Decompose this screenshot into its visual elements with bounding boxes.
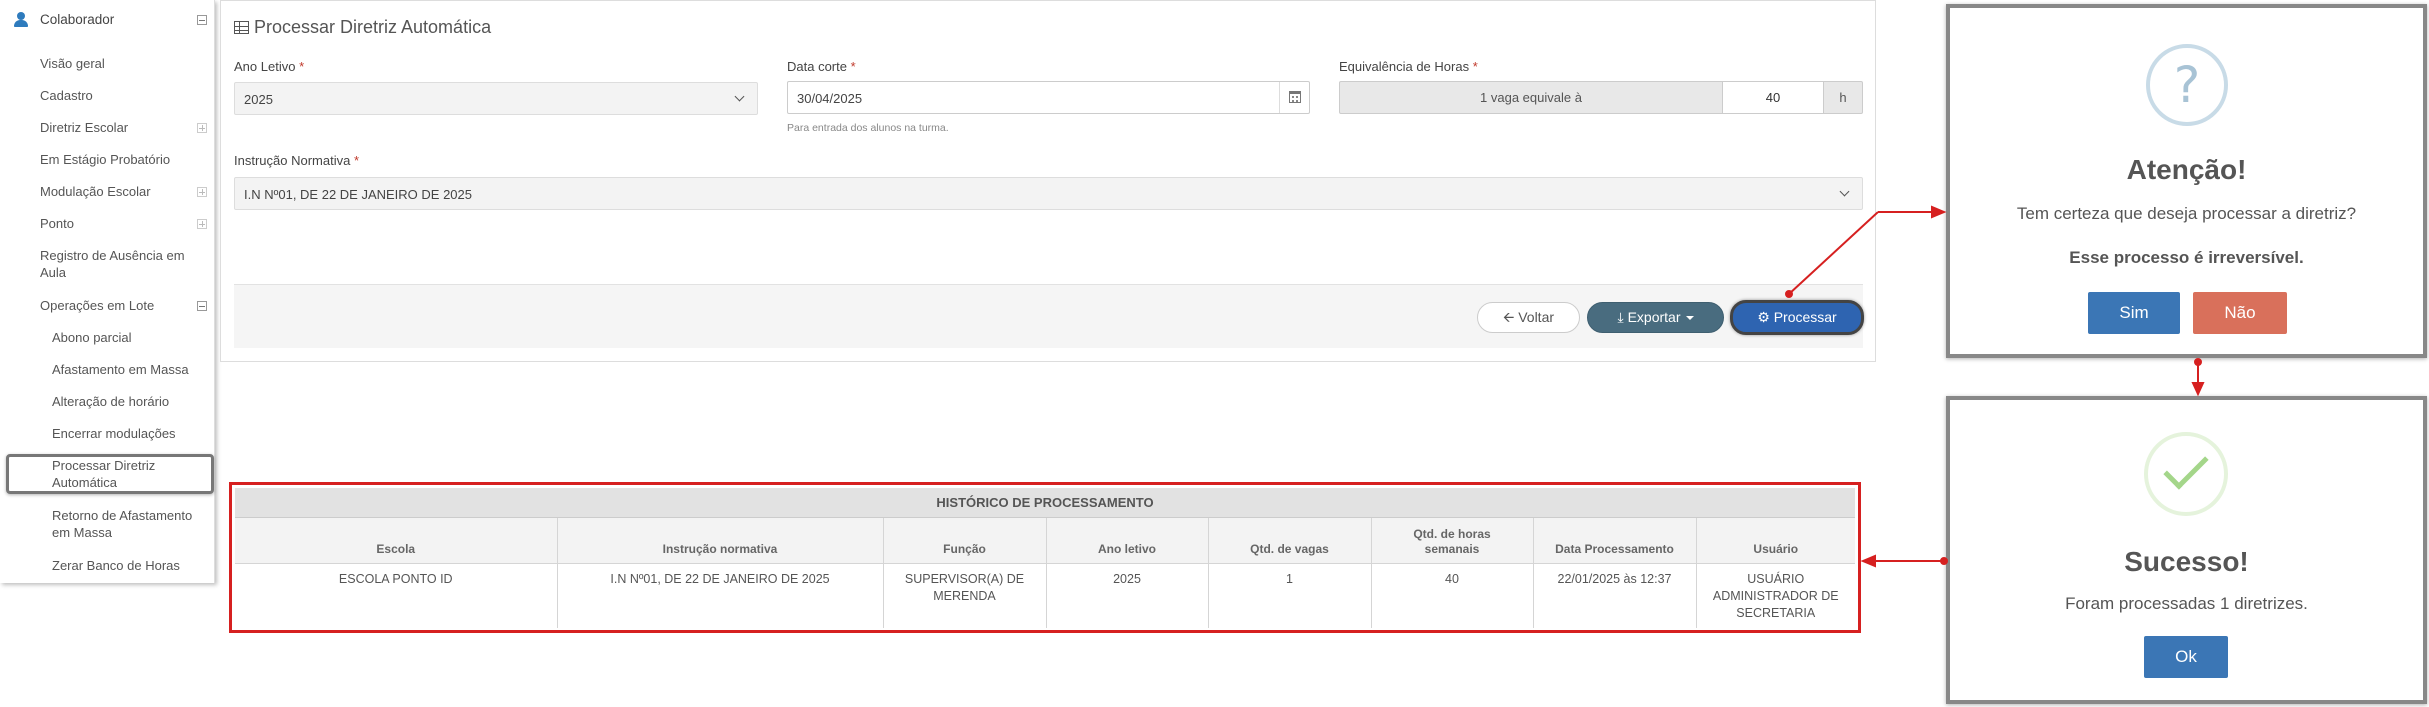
arrow-processar-to-confirm [1788, 211, 1879, 295]
arrow-dot [2194, 358, 2202, 366]
arrowhead-left [1860, 554, 1876, 568]
annotation-arrows [1785, 205, 2205, 568]
arrow-dot [1940, 557, 1948, 565]
arrowhead-down [2191, 382, 2205, 397]
arrow-dot [1785, 290, 1793, 298]
arrowhead-right [1931, 205, 1947, 219]
